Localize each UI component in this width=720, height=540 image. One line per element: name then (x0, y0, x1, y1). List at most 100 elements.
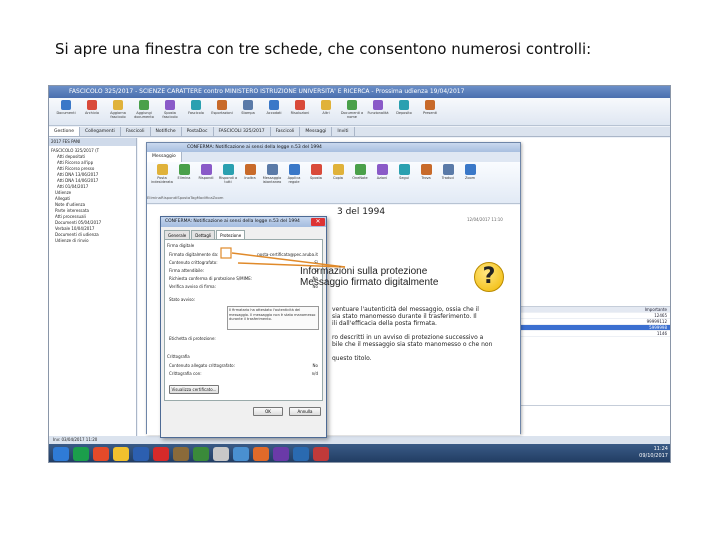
taskbar-app-icon[interactable] (73, 447, 89, 461)
section-firma-digitale: Firma digitale (167, 243, 195, 248)
message-ribbon-button[interactable]: OneNote (349, 162, 371, 196)
ribbon-icon (420, 164, 432, 175)
app-tab[interactable]: Gestione (49, 127, 80, 136)
taskbar-app-icon[interactable] (53, 447, 69, 461)
ribbon-icon (87, 100, 97, 110)
ribbon-group-label: Zoom (212, 195, 224, 200)
tree-item[interactable]: Udienze di rinvio (51, 238, 134, 244)
message-ribbon-button[interactable]: Inoltra (239, 162, 261, 196)
taskbar-app-icon[interactable] (193, 447, 209, 461)
ribbon-label: Archivio (84, 111, 100, 115)
app-tab-row: Gestione Collegamenti Fascicoli Notifiche Po… (49, 127, 670, 137)
message-ribbon-button[interactable]: Posta indesiderata (151, 162, 173, 196)
ribbon-button[interactable]: Funzionalità (365, 98, 391, 126)
view-certificate-button[interactable]: Visualizza certificato... (169, 385, 219, 394)
ribbon-button[interactable]: Archivio (79, 98, 105, 126)
callout-line1: Informazioni sulla protezione (300, 266, 428, 277)
clock-date: 09/10/2017 (639, 453, 668, 459)
ribbon-icon (200, 164, 212, 175)
ribbon-label: Stampa (241, 111, 255, 115)
protection-panel: Firma digitale Firmato digitalmente da: … (164, 239, 323, 401)
ribbon-button[interactable]: Fascicolo (183, 98, 209, 126)
document-grid: Importante 12465 99999112 5999998 1146 (519, 306, 670, 406)
ribbon-button[interactable]: Presenti (417, 98, 443, 126)
callout-line2: Messaggio firmato digitalmente (300, 277, 439, 288)
ribbon-button[interactable]: Altri (313, 98, 339, 126)
message-ribbon-button[interactable]: Rispondi a tutti (217, 162, 239, 196)
taskbar-app-icon[interactable] (253, 447, 269, 461)
ribbon-button[interactable]: Documenti (53, 98, 79, 126)
close-icon[interactable]: ✕ (311, 218, 325, 226)
app-tab[interactable]: Notifiche (151, 127, 182, 136)
message-ribbon-button[interactable]: Rispondi (195, 162, 217, 196)
ribbon-button[interactable]: Risoluzioni (287, 98, 313, 126)
message-ribbon-button[interactable]: Sposta (305, 162, 327, 196)
ribbon-button[interactable]: Documenti a nome (339, 98, 365, 126)
message-ribbon-button[interactable]: Zoom (459, 162, 481, 196)
app-tab[interactable]: FASCICOLI 325/2017 (214, 127, 271, 136)
taskbar-app-icon[interactable] (153, 447, 169, 461)
tab-messaggio[interactable]: Messaggio (147, 152, 182, 162)
message-ribbon-button[interactable]: Copia (327, 162, 349, 196)
ribbon-icon (398, 164, 410, 175)
app-tab[interactable]: Inviti (332, 127, 355, 136)
ribbon-group-label: Modifica (196, 195, 213, 200)
message-ribbon-button[interactable]: Azioni (371, 162, 393, 196)
stato-label: Stato avviso: (169, 297, 196, 302)
grid-row[interactable]: 1146 (520, 331, 670, 337)
taskbar-app-icon[interactable] (233, 447, 249, 461)
taskbar-app-icon[interactable] (313, 447, 329, 461)
ok-button[interactable]: OK (253, 407, 283, 416)
app-tab[interactable]: PostaDoc (182, 127, 214, 136)
message-ribbon-button[interactable]: Trova (415, 162, 437, 196)
ribbon-label: Funzionalità (367, 111, 389, 115)
ribbon-button[interactable]: Sposta fascicolo (157, 98, 183, 126)
tab-protezione[interactable]: Protezione (216, 230, 246, 239)
message-window-tabs: Messaggio (147, 152, 520, 162)
taskbar-app-icon[interactable] (293, 447, 309, 461)
taskbar-app-icon[interactable] (133, 447, 149, 461)
ribbon-icon (376, 164, 388, 175)
body-line: questo titolo. (332, 355, 372, 362)
message-ribbon-button[interactable]: Messaggio istantaneo (261, 162, 283, 196)
ribbon-icon (217, 100, 227, 110)
ribbon-icon (266, 164, 278, 175)
tab-generale[interactable]: Generale (164, 230, 191, 239)
ribbon-label: Rispondi (198, 176, 214, 180)
message-ribbon-button[interactable]: Traduci (437, 162, 459, 196)
ribbon-label: Sposta (310, 176, 322, 180)
ribbon-button[interactable]: Esportazioni (209, 98, 235, 126)
ribbon-label: Aggiungi documento (134, 111, 154, 119)
app-ribbon: Documenti Archivio Aggiorna fascicolo Aggiu… (49, 98, 670, 126)
message-ribbon-button[interactable]: Elimina (173, 162, 195, 196)
ribbon-icon (288, 164, 300, 175)
ribbon-label: Messaggio istantaneo (262, 176, 282, 184)
taskbar-app-icon[interactable] (273, 447, 289, 461)
message-ribbon-button[interactable]: Applica regole (283, 162, 305, 196)
app-tab[interactable]: Fascicoli (271, 127, 301, 136)
ribbon-button[interactable]: Deposito (391, 98, 417, 126)
app-tab[interactable]: Fascicoli (121, 127, 151, 136)
taskbar-app-icon[interactable] (173, 447, 189, 461)
taskbar-app-icon[interactable] (213, 447, 229, 461)
taskbar-app-icon[interactable] (93, 447, 109, 461)
ribbon-label: Sposta fascicolo (162, 111, 178, 119)
ribbon-label: Zoom (464, 176, 476, 180)
message-ribbon-button[interactable]: Segui (393, 162, 415, 196)
body-line: bile che il messaggio sia stato manomess… (332, 341, 493, 348)
app-tab[interactable]: Collegamenti (80, 127, 121, 136)
ribbon-button[interactable]: Stampa (235, 98, 261, 126)
ribbon-button[interactable]: Aggiorna fascicolo (105, 98, 131, 126)
ribbon-button[interactable]: Aggiungi documento (131, 98, 157, 126)
taskbar-app-icon[interactable] (113, 447, 129, 461)
body-line (332, 348, 492, 355)
app-tab[interactable]: Messaggi (300, 127, 333, 136)
cancel-button[interactable]: Annulla (289, 407, 321, 416)
ribbon-label: Documenti (56, 111, 76, 115)
ribbon-label: Aggiorna fascicolo (110, 111, 126, 119)
ribbon-button[interactable]: Accodati (261, 98, 287, 126)
ribbon-icon (399, 100, 409, 110)
body-line: ili dall'efficacia della posta firmata. (332, 320, 437, 327)
ribbon-icon (222, 164, 234, 175)
tab-dettagli[interactable]: Dettagli (191, 230, 216, 239)
